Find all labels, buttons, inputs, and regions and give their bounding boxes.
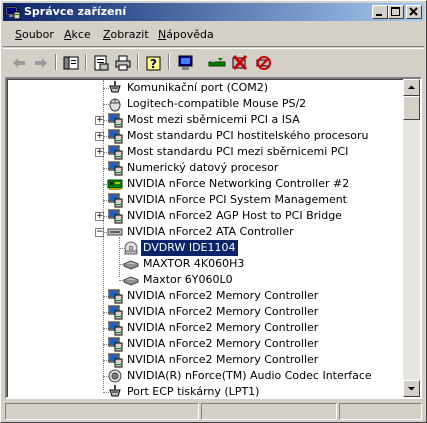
tree-item-label: NVIDIA nForce2 AGP Host to PCI Bridge: [127, 209, 342, 222]
show-hide-tree-button[interactable]: [61, 53, 81, 73]
tree-item-label: NVIDIA(R) nForce(TM) Audio Codec Interfa…: [127, 369, 372, 382]
show-hide-tree-icon: [63, 56, 79, 70]
tree-item-label: Port ECP tiskárny (LPT1): [127, 385, 260, 397]
svg-text:?: ?: [150, 57, 157, 71]
tree-item-label: MAXTOR 4K060H3: [143, 257, 245, 270]
tree-item-label: NVIDIA nForce Networking Controller #2: [127, 177, 350, 190]
chevron-down-icon: [408, 387, 415, 391]
title-bar[interactable]: Správce zařízení: [3, 3, 424, 21]
status-panel: [339, 403, 422, 420]
print-button[interactable]: [113, 53, 133, 73]
menu-akce[interactable]: Akce: [64, 28, 91, 41]
port-icon: [107, 384, 123, 397]
status-panel: [201, 403, 337, 420]
chevron-up-icon: [408, 85, 415, 89]
tree-item-label: NVIDIA nForce2 Memory Controller: [127, 353, 319, 366]
system-device-icon: [107, 288, 123, 304]
expand-node-button[interactable]: +: [95, 116, 104, 125]
device-manager-icon: [5, 6, 21, 20]
disable-button[interactable]: [254, 53, 274, 73]
print-icon: [115, 55, 131, 71]
close-button[interactable]: [406, 5, 422, 19]
properties-icon: [94, 55, 109, 71]
tree-item-label: Logitech-compatible Mouse PS/2: [127, 97, 307, 110]
toolbar: ?: [3, 48, 424, 75]
forward-button[interactable]: [31, 53, 51, 73]
tree-item-label: NVIDIA nForce2 ATA Controller: [127, 225, 294, 238]
network-card-icon: [107, 176, 123, 192]
status-bar: [3, 402, 424, 420]
hard-disk-icon: [122, 272, 140, 288]
system-device-icon: [107, 192, 123, 208]
menu-zobrazit[interactable]: Zobrazit: [103, 28, 149, 41]
uninstall-icon: [232, 54, 248, 71]
maximize-button[interactable]: [388, 5, 404, 19]
tree-item-label: DVDRW IDE1104: [140, 239, 239, 257]
tree-item-label: NVIDIA nForce2 Memory Controller: [127, 337, 319, 350]
tree-item-label: Most mezi sběrnicemi PCI a ISA: [127, 113, 300, 126]
system-device-icon: [107, 128, 123, 144]
scan-hardware-button[interactable]: [176, 53, 196, 73]
tree-item-label: Numerický datový procesor: [127, 161, 279, 174]
tree-item-label: Komunikační port (COM2): [127, 81, 269, 94]
scroll-down-button[interactable]: [403, 380, 420, 397]
tree-item-label: NVIDIA nForce2 Memory Controller: [127, 289, 319, 302]
close-icon: [409, 7, 418, 16]
device-tree[interactable]: Komunikační port (COM2) Logitech-compatib…: [7, 79, 404, 397]
dvd-drive-icon: [123, 240, 139, 256]
system-device-icon: [107, 336, 123, 352]
toolbar-separator: [85, 54, 87, 70]
update-driver-icon: [208, 58, 226, 67]
tree-item-label: Most standardu PCI hostitelského proceso…: [127, 129, 369, 142]
tree-item-label: Maxtor 6Y060L0: [143, 273, 233, 286]
update-driver-button[interactable]: [207, 53, 227, 73]
minimize-button[interactable]: [372, 5, 388, 19]
vertical-scrollbar[interactable]: [403, 79, 420, 397]
forward-arrow-icon: [35, 58, 47, 68]
system-device-icon: [107, 320, 123, 336]
expand-node-button[interactable]: +: [95, 132, 104, 141]
status-panel: [5, 403, 199, 420]
window-title: Správce zařízení: [24, 5, 127, 18]
system-device-icon: [107, 352, 123, 368]
toolbar-separator: [168, 54, 170, 70]
tree-item-label: NVIDIA nForce2 Memory Controller: [127, 305, 319, 318]
menu-bar: Soubor Akce Zobrazit Nápověda: [3, 24, 424, 47]
minimize-icon: [376, 14, 382, 16]
tree-item-label: NVIDIA nForce2 Memory Controller: [127, 321, 319, 334]
hard-disk-icon: [122, 256, 140, 272]
expand-node-button[interactable]: +: [95, 212, 104, 221]
toolbar-separator: [55, 54, 57, 70]
collapse-node-button[interactable]: −: [95, 228, 104, 237]
mouse-icon: [107, 96, 123, 112]
tree-connector-line: [119, 237, 120, 277]
disable-icon: [256, 56, 271, 70]
tree-item-label: Most standardu PCI mezi sběrnicemi PCI: [127, 145, 349, 158]
uninstall-button[interactable]: [230, 53, 250, 73]
help-icon: ?: [146, 56, 161, 71]
system-device-icon: [107, 144, 123, 160]
audio-icon: [107, 368, 123, 384]
scroll-up-button[interactable]: [403, 79, 420, 96]
device-tree-pane: Komunikační port (COM2) Logitech-compatib…: [5, 77, 422, 399]
maximize-icon: [391, 7, 400, 16]
system-device-icon: [107, 160, 123, 176]
port-icon: [107, 80, 123, 96]
scan-hardware-icon: [178, 55, 193, 70]
tree-item-label: NVIDIA nForce PCI System Management: [127, 193, 347, 206]
menu-soubor[interactable]: Soubor: [15, 28, 54, 41]
toolbar-separator: [137, 54, 139, 70]
back-button[interactable]: [9, 53, 29, 73]
back-arrow-icon: [13, 58, 25, 68]
scroll-thumb[interactable]: [403, 96, 420, 120]
menu-napoveda[interactable]: Nápověda: [158, 28, 214, 41]
ide-controller-icon: [107, 224, 123, 240]
device-manager-window: Správce zařízení Soubor Akce Zobrazit Ná…: [0, 0, 427, 423]
help-button[interactable]: ?: [144, 53, 164, 73]
system-device-icon: [107, 304, 123, 320]
properties-button[interactable]: [91, 53, 111, 73]
system-device-icon: [107, 208, 123, 224]
system-device-icon: [107, 112, 123, 128]
expand-node-button[interactable]: +: [95, 148, 104, 157]
